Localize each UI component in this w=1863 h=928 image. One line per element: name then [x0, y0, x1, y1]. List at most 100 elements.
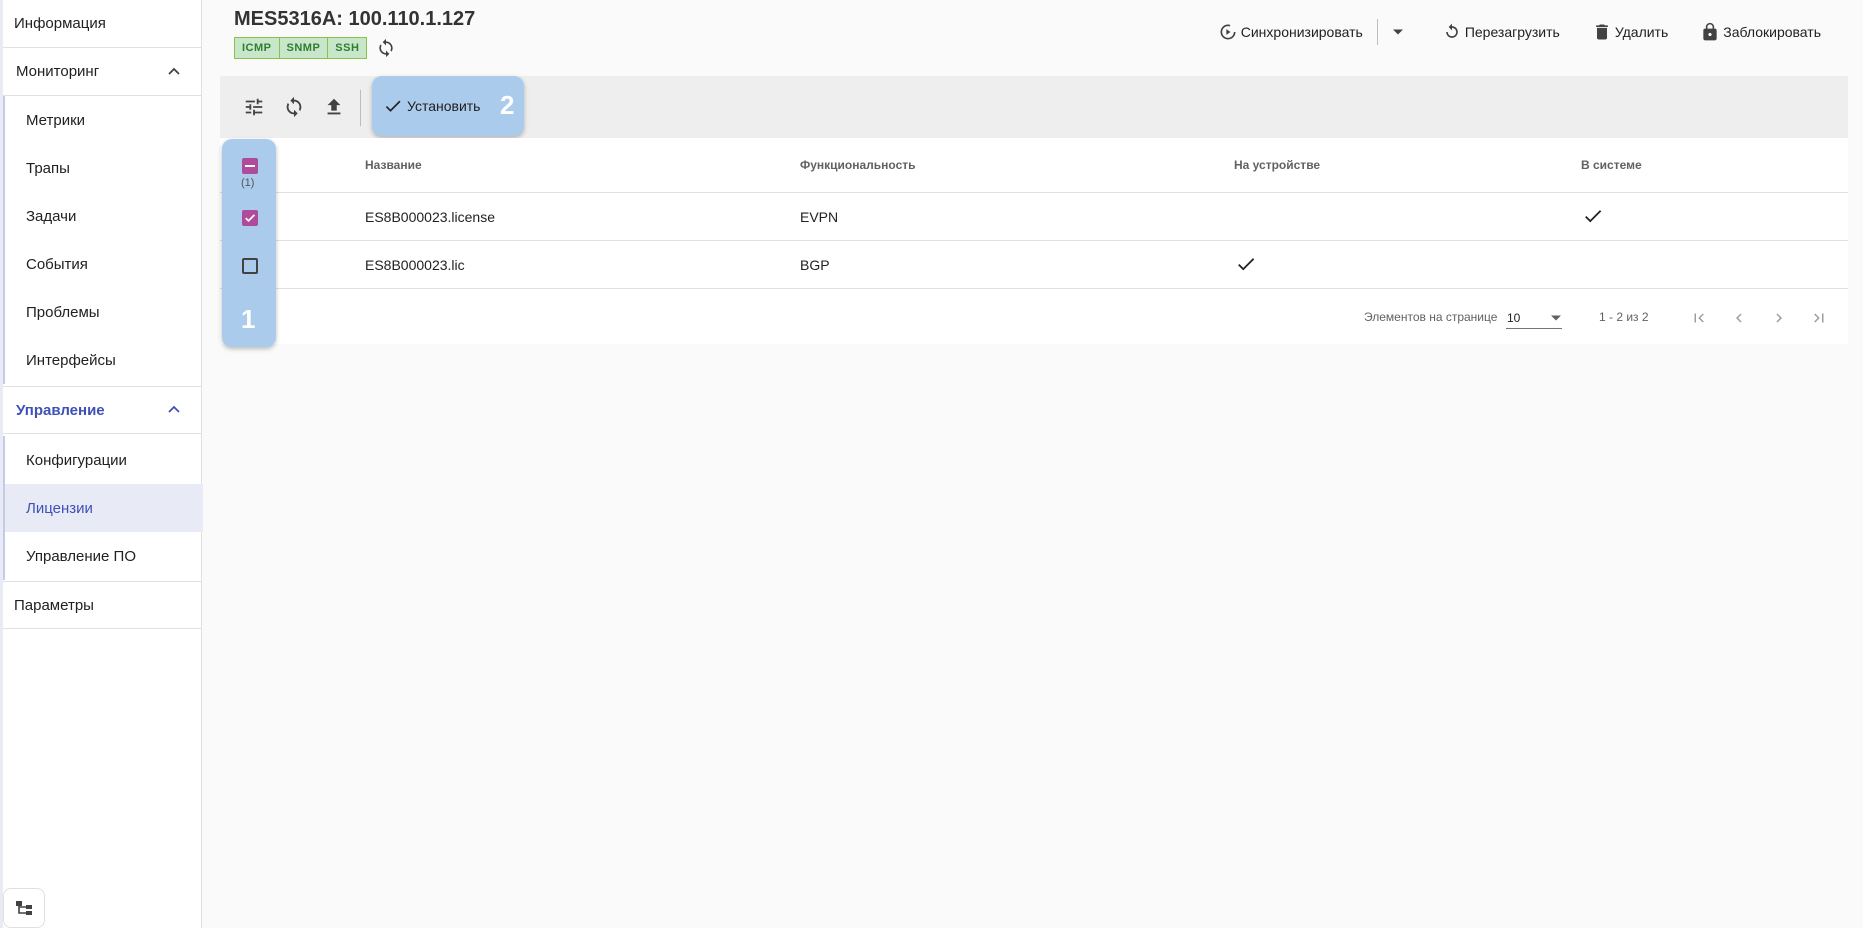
sync-play-icon [1220, 24, 1236, 40]
caret-down-icon [1551, 315, 1561, 320]
refresh-status-button[interactable] [375, 37, 397, 59]
upload-icon [327, 98, 341, 115]
sidebar-item-label: Интерфейсы [26, 351, 116, 369]
chevron-right-icon [1776, 313, 1782, 323]
restart-icon [1445, 23, 1458, 38]
sidebar-item-label: Метрики [26, 111, 86, 129]
column-header-on-device[interactable]: На устройстве [1234, 158, 1320, 172]
sidebar: Информация Мониторинг Метрики Трапы Зада… [0, 0, 203, 928]
monitoring-submenu: Метрики Трапы Задачи События Проблемы Ин… [3, 96, 201, 384]
sidebar-item-label: События [26, 255, 88, 273]
sidebar-item-interfaces[interactable]: Интерфейсы [5, 336, 203, 384]
page-range: 1 - 2 из 2 [1599, 310, 1649, 324]
sync-label: Синхронизировать [1240, 24, 1363, 40]
chevron-left-icon [1736, 313, 1742, 323]
sidebar-group-monitoring[interactable]: Мониторинг [3, 48, 201, 96]
column-header-name[interactable]: Название [365, 158, 422, 172]
row-checkbox[interactable] [242, 258, 258, 274]
prev-page-button[interactable] [1727, 306, 1751, 330]
install-button[interactable]: Установить [383, 92, 480, 120]
page-title: MES5316A: 100.110.1.127 [234, 8, 476, 30]
sidebar-item-label: Управление ПО [26, 547, 137, 565]
sidebar-item-events[interactable]: События [5, 240, 203, 288]
sidebar-item-label: Параметры [14, 596, 94, 614]
license-feature: BGP [800, 257, 830, 273]
minus-icon [245, 165, 255, 167]
delete-button[interactable]: Удалить [1592, 22, 1668, 42]
page-size-label: Элементов на странице [1364, 310, 1498, 324]
sidebar-item-params[interactable]: Параметры [3, 581, 201, 629]
delete-label: Удалить [1614, 24, 1669, 40]
column-settings-button[interactable] [240, 93, 268, 121]
header-actions: Синхронизировать Перезагрузить Удалить З… [1218, 18, 1821, 46]
select-all-checkbox[interactable] [242, 158, 258, 174]
caret-down-icon [1392, 29, 1403, 35]
lock-icon [1703, 22, 1717, 41]
sidebar-item-configurations[interactable]: Конфигурации [5, 436, 203, 484]
divider [1376, 19, 1378, 45]
page-size-select[interactable]: 10 [1506, 307, 1562, 329]
check-icon [385, 100, 401, 112]
last-page-icon [1814, 313, 1824, 323]
sync-icon [379, 38, 394, 58]
sidebar-item-info[interactable]: Информация [3, 0, 201, 48]
reboot-button[interactable]: Перезагрузить [1442, 22, 1560, 42]
license-feature: EVPN [800, 209, 839, 225]
status-badge-ssh: SSH [328, 37, 368, 59]
sidebar-item-label: Трапы [26, 159, 70, 177]
last-page-button[interactable] [1807, 306, 1831, 330]
sidebar-item-label: Конфигурации [26, 451, 127, 469]
reboot-label: Перезагрузить [1464, 24, 1560, 40]
trash-icon [1595, 24, 1608, 40]
step-marker-2: 2 [500, 90, 515, 120]
sync-icon [286, 96, 302, 118]
sidebar-group-management[interactable]: Управление [3, 386, 201, 434]
sidebar-item-problems[interactable]: Проблемы [5, 288, 203, 336]
check-icon [1585, 210, 1602, 223]
table-row[interactable]: ES8B000023.lic BGP [220, 241, 1848, 289]
license-name: ES8B000023.lic [365, 257, 465, 273]
sidebar-item-metrics[interactable]: Метрики [5, 96, 203, 144]
status-badge-icmp: ICMP [234, 37, 280, 59]
sync-button[interactable]: Синхронизировать [1218, 22, 1363, 42]
install-label: Установить [407, 98, 481, 114]
sidebar-item-tasks[interactable]: Задачи [5, 192, 203, 240]
check-icon [245, 214, 256, 223]
sidebar-group-label: Управление [16, 401, 105, 419]
management-submenu: Конфигурации Лицензии Управление ПО [3, 436, 203, 580]
status-badge-snmp: SNMP [279, 37, 329, 59]
table-header-row: Название Функциональность На устройстве … [220, 138, 1848, 193]
first-page-button[interactable] [1687, 306, 1711, 330]
sidebar-item-label: Проблемы [26, 303, 100, 321]
tree-view-button[interactable] [3, 888, 45, 928]
selected-count: (1) [241, 177, 255, 189]
chevron-up-icon [168, 67, 180, 75]
upload-button[interactable] [320, 93, 348, 121]
next-page-button[interactable] [1767, 306, 1791, 330]
tune-icon [245, 98, 263, 116]
sidebar-item-label: Лицензии [26, 499, 93, 517]
sitemap-icon [16, 901, 32, 915]
column-header-in-system[interactable]: В системе [1581, 158, 1642, 172]
page-size-value: 10 [1507, 310, 1521, 325]
sidebar-item-traps[interactable]: Трапы [5, 144, 203, 192]
sidebar-group-label: Мониторинг [16, 63, 100, 80]
sidebar-item-label: Задачи [26, 207, 77, 225]
table-row[interactable]: ES8B000023.license EVPN [220, 193, 1848, 241]
protocol-badges: ICMP SNMP SSH [234, 37, 397, 59]
lock-button[interactable]: Заблокировать [1700, 22, 1821, 42]
sync-dropdown-button[interactable] [1388, 28, 1408, 36]
refresh-button[interactable] [280, 93, 308, 121]
first-page-icon [1694, 313, 1704, 323]
column-header-feature[interactable]: Функциональность [800, 158, 916, 172]
lock-label: Заблокировать [1723, 24, 1821, 40]
sidebar-item-licenses[interactable]: Лицензии [5, 484, 203, 532]
sidebar-item-software[interactable]: Управление ПО [5, 532, 203, 580]
sidebar-item-label: Информация [14, 15, 106, 32]
check-icon [1238, 258, 1255, 271]
license-name: ES8B000023.license [365, 209, 495, 225]
step-marker-1: 1 [241, 304, 256, 334]
row-checkbox[interactable] [242, 210, 258, 226]
chevron-up-icon [168, 405, 180, 413]
divider [360, 90, 361, 126]
